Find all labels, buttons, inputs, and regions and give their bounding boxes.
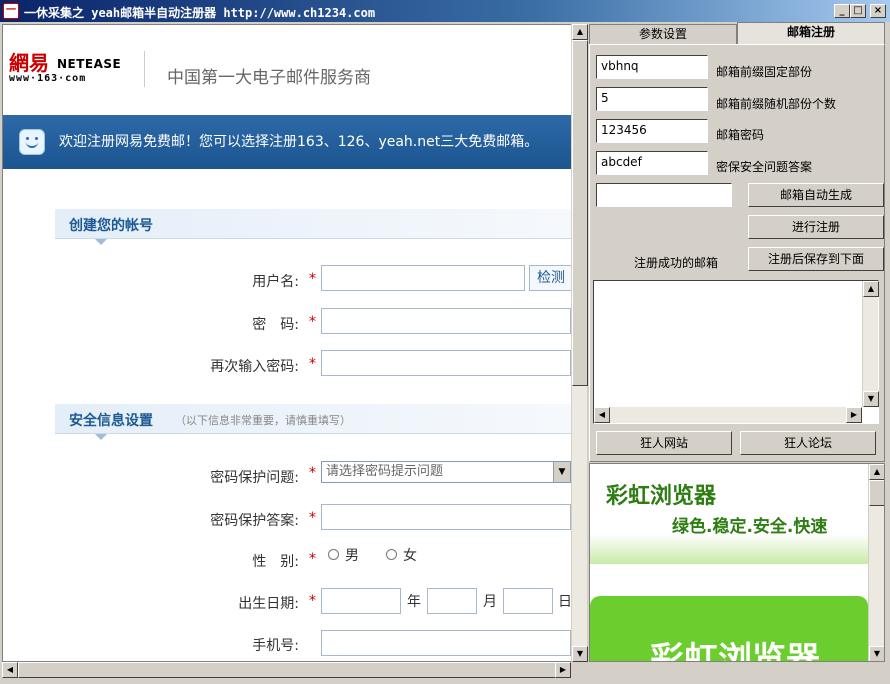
required-mark: * (309, 356, 316, 372)
scroll-thumb[interactable] (572, 40, 588, 386)
minimize-button[interactable]: _ (834, 4, 850, 18)
ad-tagline: 绿色.稳定.安全.快速 (672, 517, 828, 537)
mail-password-input[interactable]: 123456 (596, 119, 708, 143)
tab-mail-register[interactable]: 邮箱注册 (737, 22, 885, 44)
section-title-account: 创建您的帐号 (69, 218, 153, 234)
required-mark: * (309, 510, 316, 526)
maximize-button[interactable]: □ (850, 4, 866, 18)
scroll-left-button[interactable]: ◀ (594, 407, 610, 423)
security-question-value: 请选择密码提示问题 (326, 464, 444, 479)
day-label: 日 (558, 594, 572, 610)
chevron-down-icon[interactable]: ▼ (553, 462, 570, 482)
gender-male-label: 男 (345, 548, 359, 564)
welcome-banner: 欢迎注册网易免费邮！您可以选择注册163、126、yeah.net三大免费邮箱。 (3, 115, 571, 169)
required-mark: * (309, 551, 316, 567)
welcome-text: 欢迎注册网易免费邮！您可以选择注册163、126、yeah.net三大免费邮箱。 (59, 134, 539, 150)
scroll-up-button[interactable]: ▲ (869, 464, 884, 480)
required-mark: * (309, 271, 316, 287)
web-horizontal-scrollbar[interactable]: ◀ ▶ (2, 662, 571, 678)
answer-label: 密码保护答案: (210, 513, 299, 529)
required-mark: * (309, 465, 316, 481)
gender-female-label: 女 (403, 548, 417, 564)
close-button[interactable]: × (870, 4, 886, 18)
section-pointer-icon (95, 239, 107, 245)
birth-month-input[interactable] (427, 588, 477, 614)
security-answer-input[interactable] (321, 504, 571, 530)
auto-generate-button[interactable]: 邮箱自动生成 (748, 183, 884, 207)
ad-big-title: 彩虹浏览器 (650, 640, 820, 662)
scroll-down-button[interactable]: ▼ (863, 391, 879, 407)
section-header-account: 创建您的帐号 (55, 209, 571, 245)
title-bar: 一 一休采集之 yeah邮箱半自动注册器 http://www.ch1234.c… (0, 0, 890, 22)
gender-male-radio[interactable] (328, 549, 339, 560)
generated-mail-input[interactable] (596, 183, 732, 207)
tab-parameters[interactable]: 参数设置 (589, 24, 737, 44)
scroll-right-button[interactable]: ▶ (846, 407, 862, 423)
month-label: 月 (483, 594, 497, 610)
scroll-right-button[interactable]: ▶ (555, 662, 571, 678)
netease-logo-cn: 網易 (9, 51, 49, 75)
security-answer-label: 密保安全问题答案 (716, 160, 813, 174)
scroll-thumb[interactable] (18, 662, 558, 678)
confirm-password-label: 再次输入密码: (210, 359, 299, 375)
section-header-security: 安全信息设置 （以下信息非常重要，请慎重填写） (55, 404, 571, 440)
window-title: 一休采集之 yeah邮箱半自动注册器 http://www.ch1234.com (24, 6, 376, 20)
password-input[interactable] (321, 308, 571, 334)
netease-logo-url: www·163·com (9, 73, 87, 84)
prefix-random-count-input[interactable]: 5 (596, 87, 708, 111)
detect-button[interactable]: 检测 (529, 265, 571, 291)
save-after-register-button[interactable]: 注册后保存到下面 (748, 247, 884, 271)
required-mark: * (309, 314, 316, 330)
gender-female-radio[interactable] (386, 549, 397, 560)
ad-vertical-scrollbar[interactable]: ▲ ▼ (868, 464, 884, 661)
web-vertical-scrollbar[interactable]: ▲ ▼ (571, 24, 588, 662)
prefix-fixed-input[interactable]: vbhnq (596, 55, 708, 79)
app-icon: 一 (3, 3, 19, 19)
smiley-icon (19, 129, 45, 155)
section-title-security: 安全信息设置 (69, 413, 153, 429)
phone-input[interactable] (321, 630, 571, 656)
birth-day-input[interactable] (503, 588, 553, 614)
year-label: 年 (407, 594, 421, 610)
required-mark: * (309, 593, 316, 609)
username-input[interactable] (321, 265, 525, 291)
list-horizontal-scrollbar[interactable]: ◀ ▶ (594, 407, 862, 423)
section-pointer-icon (95, 434, 107, 440)
scroll-down-button[interactable]: ▼ (572, 646, 588, 662)
security-answer-field[interactable]: abcdef (596, 151, 708, 175)
success-list-label: 注册成功的邮箱 (634, 256, 719, 270)
prefix-fixed-label: 邮箱前缀固定部份 (716, 65, 813, 79)
web-page-pane: 網易 NETEASE www·163·com 中国第一大电子邮件服务商 欢迎注册… (2, 24, 572, 662)
username-label: 用户名: (252, 274, 299, 290)
security-question-select[interactable]: 请选择密码提示问题 ▼ (321, 461, 571, 483)
password-label: 密 码: (252, 317, 299, 333)
success-mail-list[interactable]: ▲ ▼ ◀ ▶ (593, 280, 879, 424)
header-divider (144, 51, 145, 87)
netease-logo-en: NETEASE (57, 57, 122, 71)
crazy-forum-button[interactable]: 狂人论坛 (740, 431, 876, 455)
browser-ad-pane: 彩虹浏览器 绿色.稳定.安全.快速 彩虹浏览器 ▲ ▼ (589, 463, 885, 662)
phone-label: 手机号: (252, 638, 299, 654)
scroll-left-button[interactable]: ◀ (2, 662, 18, 678)
security-note: （以下信息非常重要，请慎重填写） (175, 414, 351, 427)
scroll-up-button[interactable]: ▲ (572, 24, 588, 40)
page-slogan: 中国第一大电子邮件服务商 (167, 68, 371, 88)
crazy-site-button[interactable]: 狂人网站 (596, 431, 732, 455)
scroll-up-button[interactable]: ▲ (863, 281, 879, 297)
mail-password-label: 邮箱密码 (716, 128, 765, 142)
scroll-thumb[interactable] (869, 480, 884, 506)
confirm-password-input[interactable] (321, 350, 571, 376)
ad-title: 彩虹浏览器 (606, 484, 717, 509)
register-button[interactable]: 进行注册 (748, 215, 884, 239)
question-label: 密码保护问题: (210, 470, 299, 486)
prefix-random-count-label: 邮箱前缀随机部份个数 (716, 97, 837, 111)
scroll-down-button[interactable]: ▼ (869, 646, 884, 661)
birth-year-input[interactable] (321, 588, 401, 614)
birthday-label: 出生日期: (238, 596, 299, 612)
scroll-corner (571, 662, 587, 678)
list-vertical-scrollbar[interactable]: ▲ ▼ (862, 281, 879, 407)
gender-label: 性 别: (252, 554, 299, 570)
